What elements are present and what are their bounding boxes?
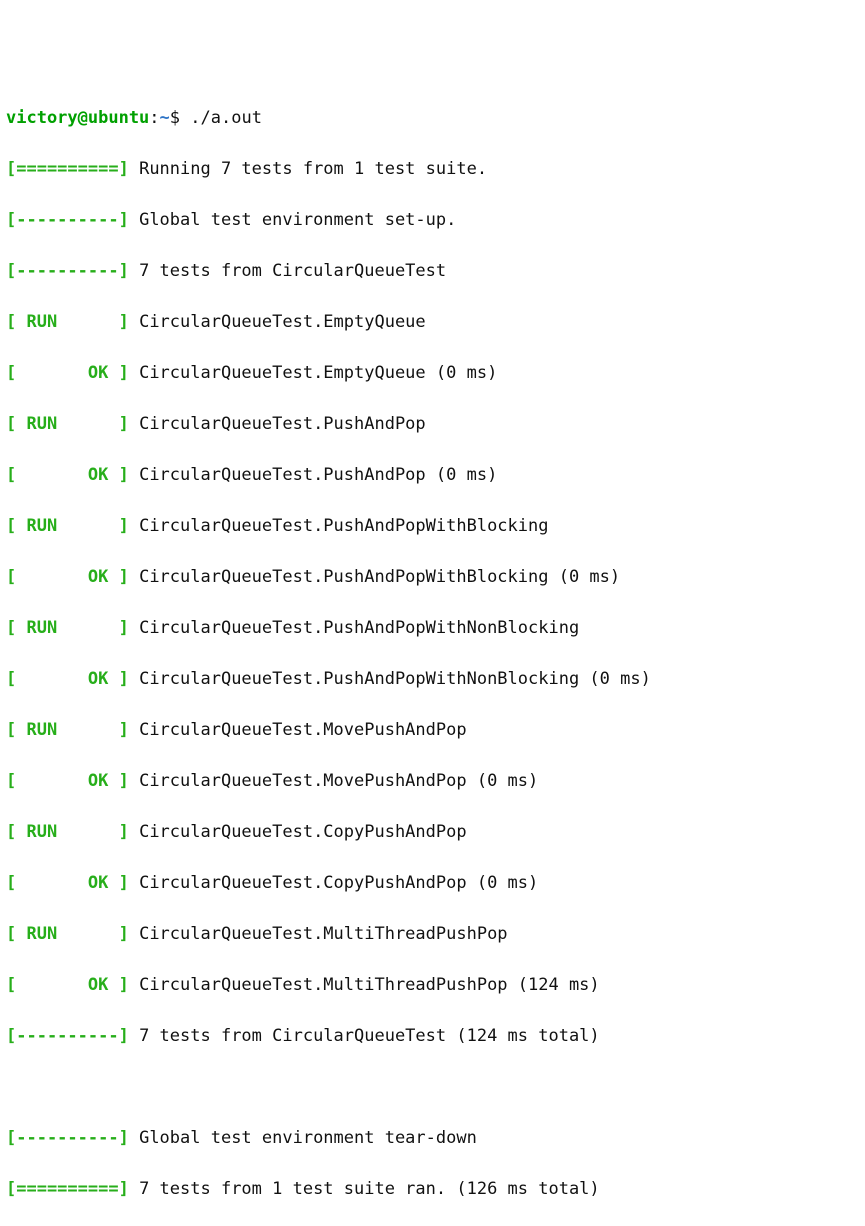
output-line: [ RUN ] CircularQueueTest.PushAndPopWith… — [6, 514, 859, 540]
status-tag: [ OK ] — [6, 771, 129, 791]
status-tag: [ RUN ] — [6, 822, 129, 842]
status-text: CircularQueueTest.MultiThreadPushPop (12… — [139, 975, 600, 995]
status-tag: [----------] — [6, 261, 129, 281]
status-text: CircularQueueTest.CopyPushAndPop (0 ms) — [139, 873, 538, 893]
output-line: [ OK ] CircularQueueTest.EmptyQueue (0 m… — [6, 361, 859, 387]
status-text: Running 7 tests from 1 test suite. — [139, 159, 487, 179]
output-line: [----------] Global test environment tea… — [6, 1126, 859, 1152]
status-tag: [ OK ] — [6, 567, 129, 587]
status-text: CircularQueueTest.MovePushAndPop (0 ms) — [139, 771, 538, 791]
output-line: [ RUN ] CircularQueueTest.MultiThreadPus… — [6, 922, 859, 948]
output-line: [ RUN ] CircularQueueTest.CopyPushAndPop — [6, 820, 859, 846]
output-line: [==========] 7 tests from 1 test suite r… — [6, 1177, 859, 1203]
status-text: 7 tests from CircularQueueTest — [139, 261, 446, 281]
status-tag: [ RUN ] — [6, 720, 129, 740]
status-text: CircularQueueTest.PushAndPopWithNonBlock… — [139, 618, 579, 638]
output-line: [----------] 7 tests from CircularQueueT… — [6, 259, 859, 285]
prompt-path: ~ — [160, 108, 170, 128]
prompt-dollar: $ — [170, 108, 180, 128]
prompt-user: victory@ubuntu — [6, 108, 149, 128]
status-text: CircularQueueTest.PushAndPopWithBlocking — [139, 516, 548, 536]
output-line: [----------] 7 tests from CircularQueueT… — [6, 1024, 859, 1050]
output-line: [ RUN ] CircularQueueTest.PushAndPopWith… — [6, 616, 859, 642]
status-tag: [==========] — [6, 1179, 129, 1199]
prompt-sep: : — [149, 108, 159, 128]
output-line: [==========] Running 7 tests from 1 test… — [6, 157, 859, 183]
output-line: [ OK ] CircularQueueTest.CopyPushAndPop … — [6, 871, 859, 897]
status-text: 7 tests from 1 test suite ran. (126 ms t… — [139, 1179, 600, 1199]
blank-line — [6, 1075, 859, 1101]
status-text: CircularQueueTest.PushAndPop (0 ms) — [139, 465, 497, 485]
status-text: CircularQueueTest.PushAndPopWithBlocking… — [139, 567, 620, 587]
status-text: CircularQueueTest.EmptyQueue (0 ms) — [139, 363, 497, 383]
status-tag: [ OK ] — [6, 873, 129, 893]
status-tag: [ OK ] — [6, 363, 129, 383]
status-text: 7 tests from CircularQueueTest (124 ms t… — [139, 1026, 600, 1046]
status-tag: [ RUN ] — [6, 414, 129, 434]
output-line: [ OK ] CircularQueueTest.PushAndPopWithB… — [6, 565, 859, 591]
status-text: CircularQueueTest.PushAndPopWithNonBlock… — [139, 669, 651, 689]
output-line: [ RUN ] CircularQueueTest.MovePushAndPop — [6, 718, 859, 744]
status-text: CircularQueueTest.MovePushAndPop — [139, 720, 467, 740]
output-line: [ RUN ] CircularQueueTest.EmptyQueue — [6, 310, 859, 336]
status-tag: [ RUN ] — [6, 924, 129, 944]
status-tag: [ RUN ] — [6, 312, 129, 332]
status-text: CircularQueueTest.MultiThreadPushPop — [139, 924, 507, 944]
status-tag: [ OK ] — [6, 975, 129, 995]
status-text: Global test environment set-up. — [139, 210, 456, 230]
status-tag: [----------] — [6, 1026, 129, 1046]
output-line: [ OK ] CircularQueueTest.PushAndPopWithN… — [6, 667, 859, 693]
status-text: CircularQueueTest.CopyPushAndPop — [139, 822, 467, 842]
command-text: ./a.out — [190, 108, 262, 128]
status-tag: [ OK ] — [6, 669, 129, 689]
output-line: [ OK ] CircularQueueTest.MovePushAndPop … — [6, 769, 859, 795]
status-text: Global test environment tear-down — [139, 1128, 477, 1148]
output-line: [ OK ] CircularQueueTest.PushAndPop (0 m… — [6, 463, 859, 489]
status-tag: [==========] — [6, 159, 129, 179]
status-tag: [ OK ] — [6, 465, 129, 485]
output-line: [----------] Global test environment set… — [6, 208, 859, 234]
status-tag: [----------] — [6, 1128, 129, 1148]
output-line: [ OK ] CircularQueueTest.MultiThreadPush… — [6, 973, 859, 999]
status-tag: [ RUN ] — [6, 618, 129, 638]
status-text: CircularQueueTest.EmptyQueue — [139, 312, 426, 332]
status-tag: [----------] — [6, 210, 129, 230]
status-tag: [ RUN ] — [6, 516, 129, 536]
status-text: CircularQueueTest.PushAndPop — [139, 414, 426, 434]
output-line: [ RUN ] CircularQueueTest.PushAndPop — [6, 412, 859, 438]
prompt-line-1[interactable]: victory@ubuntu:~$ ./a.out — [6, 106, 859, 132]
